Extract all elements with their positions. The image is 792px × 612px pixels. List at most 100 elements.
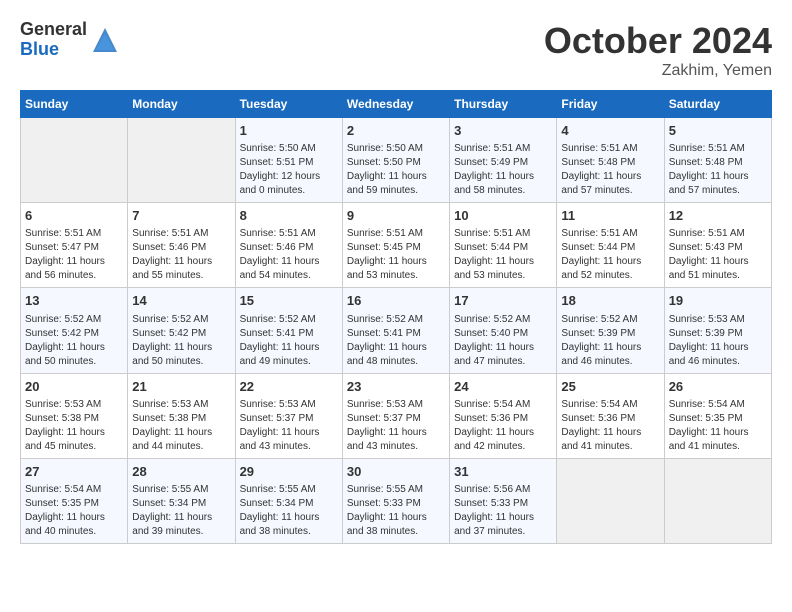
day-info: Sunset: 5:41 PM — [240, 327, 338, 341]
day-number: 16 — [347, 292, 445, 310]
header-row: Sunday Monday Tuesday Wednesday Thursday… — [21, 91, 772, 118]
day-info: Sunrise: 5:51 AM — [561, 227, 659, 241]
location: Zakhim, Yemen — [544, 62, 772, 80]
calendar-cell: 30 Sunrise: 5:55 AMSunset: 5:33 PMDayligh… — [342, 458, 449, 543]
day-info: Sunrise: 5:51 AM — [132, 227, 230, 241]
day-info: Sunset: 5:35 PM — [669, 412, 767, 426]
day-number: 11 — [561, 207, 659, 225]
day-number: 19 — [669, 292, 767, 310]
day-number: 25 — [561, 378, 659, 396]
day-info: Sunrise: 5:55 AM — [347, 483, 445, 497]
day-info: Sunrise: 5:56 AM — [454, 483, 552, 497]
day-number: 17 — [454, 292, 552, 310]
calendar-body: 1Sunrise: 5:50 AMSunset: 5:51 PMDaylight… — [21, 118, 772, 544]
day-info: Sunset: 5:50 PM — [347, 156, 445, 170]
col-sunday: Sunday — [21, 91, 128, 118]
day-info: Sunset: 5:34 PM — [240, 497, 338, 511]
day-info: Sunrise: 5:51 AM — [347, 227, 445, 241]
day-info: Sunset: 5:49 PM — [454, 156, 552, 170]
daylight-info: Daylight: 11 hours and 44 minutes. — [132, 426, 230, 454]
day-info: Sunset: 5:48 PM — [561, 156, 659, 170]
day-info: Sunrise: 5:50 AM — [347, 142, 445, 156]
calendar-cell: 16Sunrise: 5:52 AMSunset: 5:41 PMDayligh… — [342, 288, 449, 373]
daylight-info: Daylight: 11 hours and 40 minutes. — [25, 511, 123, 539]
calendar-cell: 6Sunrise: 5:51 AMSunset: 5:47 PMDaylight… — [21, 203, 128, 288]
day-info: Sunrise: 5:54 AM — [669, 398, 767, 412]
daylight-info: Daylight: 11 hours and 47 minutes. — [454, 341, 552, 369]
col-thursday: Thursday — [450, 91, 557, 118]
day-info: Sunset: 5:44 PM — [454, 241, 552, 255]
day-number: 21 — [132, 378, 230, 396]
daylight-info: Daylight: 11 hours and 58 minutes. — [454, 170, 552, 198]
day-number: 13 — [25, 292, 123, 310]
calendar-week-1: 1Sunrise: 5:50 AMSunset: 5:51 PMDaylight… — [21, 118, 772, 203]
calendar-cell: 4Sunrise: 5:51 AMSunset: 5:48 PMDaylight… — [557, 118, 664, 203]
daylight-info: Daylight: 11 hours and 53 minutes. — [454, 255, 552, 283]
day-info: Sunrise: 5:52 AM — [561, 313, 659, 327]
day-info: Sunset: 5:39 PM — [561, 327, 659, 341]
col-monday: Monday — [128, 91, 235, 118]
day-info: Sunrise: 5:53 AM — [25, 398, 123, 412]
calendar-cell: 18Sunrise: 5:52 AMSunset: 5:39 PMDayligh… — [557, 288, 664, 373]
day-number: 10 — [454, 207, 552, 225]
calendar-cell: 24Sunrise: 5:54 AMSunset: 5:36 PMDayligh… — [450, 373, 557, 458]
day-info: Sunrise: 5:54 AM — [454, 398, 552, 412]
daylight-info: Daylight: 11 hours and 54 minutes. — [240, 255, 338, 283]
day-number: 6 — [25, 207, 123, 225]
calendar-cell: 10 Sunrise: 5:51 AMSunset: 5:44 PMDayligh… — [450, 203, 557, 288]
calendar-cell: 12Sunrise: 5:51 AMSunset: 5:43 PMDayligh… — [664, 203, 771, 288]
day-info: Sunrise: 5:54 AM — [561, 398, 659, 412]
daylight-info: Daylight: 11 hours and 59 minutes. — [347, 170, 445, 198]
calendar-cell: 27Sunrise: 5:54 AMSunset: 5:35 PMDayligh… — [21, 458, 128, 543]
daylight-info: Daylight: 12 hours and 0 minutes. — [240, 170, 338, 198]
day-info: Sunrise: 5:50 AM — [240, 142, 338, 156]
day-info: Sunset: 5:42 PM — [25, 327, 123, 341]
day-number: 8 — [240, 207, 338, 225]
day-info: Sunrise: 5:51 AM — [454, 227, 552, 241]
daylight-info: Daylight: 11 hours and 51 minutes. — [669, 255, 767, 283]
calendar-cell — [664, 458, 771, 543]
day-info: Sunset: 5:48 PM — [669, 156, 767, 170]
daylight-info: Daylight: 11 hours and 46 minutes. — [561, 341, 659, 369]
col-tuesday: Tuesday — [235, 91, 342, 118]
logo-general: General — [20, 20, 87, 40]
day-number: 1 — [240, 122, 338, 140]
day-info: Sunset: 5:37 PM — [347, 412, 445, 426]
day-info: Sunrise: 5:51 AM — [669, 227, 767, 241]
day-info: Sunrise: 5:51 AM — [25, 227, 123, 241]
calendar-cell: 17Sunrise: 5:52 AMSunset: 5:40 PMDayligh… — [450, 288, 557, 373]
calendar-week-5: 27Sunrise: 5:54 AMSunset: 5:35 PMDayligh… — [21, 458, 772, 543]
calendar-cell: 26Sunrise: 5:54 AMSunset: 5:35 PMDayligh… — [664, 373, 771, 458]
day-info: Sunset: 5:33 PM — [347, 497, 445, 511]
day-info: Sunrise: 5:51 AM — [561, 142, 659, 156]
day-number: 30 — [347, 463, 445, 481]
day-info: Sunset: 5:39 PM — [669, 327, 767, 341]
day-number: 22 — [240, 378, 338, 396]
calendar-cell: 1 Sunrise: 5:50 AMSunset: 5:51 PMDaylight… — [235, 118, 342, 203]
daylight-info: Daylight: 11 hours and 49 minutes. — [240, 341, 338, 369]
col-wednesday: Wednesday — [342, 91, 449, 118]
daylight-info: Daylight: 11 hours and 42 minutes. — [454, 426, 552, 454]
daylight-info: Daylight: 11 hours and 52 minutes. — [561, 255, 659, 283]
calendar-cell: 21Sunrise: 5:53 AMSunset: 5:38 PMDayligh… — [128, 373, 235, 458]
day-number: 31 — [454, 463, 552, 481]
day-info: Sunset: 5:33 PM — [454, 497, 552, 511]
day-info: Sunset: 5:37 PM — [240, 412, 338, 426]
day-info: Sunrise: 5:51 AM — [669, 142, 767, 156]
daylight-info: Daylight: 11 hours and 37 minutes. — [454, 511, 552, 539]
daylight-info: Daylight: 11 hours and 38 minutes. — [347, 511, 445, 539]
day-number: 14 — [132, 292, 230, 310]
day-info: Sunset: 5:47 PM — [25, 241, 123, 255]
day-info: Sunrise: 5:52 AM — [240, 313, 338, 327]
calendar-cell: 7Sunrise: 5:51 AMSunset: 5:46 PMDaylight… — [128, 203, 235, 288]
day-number: 27 — [25, 463, 123, 481]
daylight-info: Daylight: 11 hours and 41 minutes. — [561, 426, 659, 454]
day-info: Sunset: 5:51 PM — [240, 156, 338, 170]
day-info: Sunset: 5:38 PM — [132, 412, 230, 426]
day-info: Sunset: 5:34 PM — [132, 497, 230, 511]
day-number: 28 — [132, 463, 230, 481]
day-info: Sunset: 5:36 PM — [454, 412, 552, 426]
day-info: Sunrise: 5:55 AM — [240, 483, 338, 497]
logo-blue: Blue — [20, 40, 87, 60]
calendar-week-4: 20Sunrise: 5:53 AMSunset: 5:38 PMDayligh… — [21, 373, 772, 458]
